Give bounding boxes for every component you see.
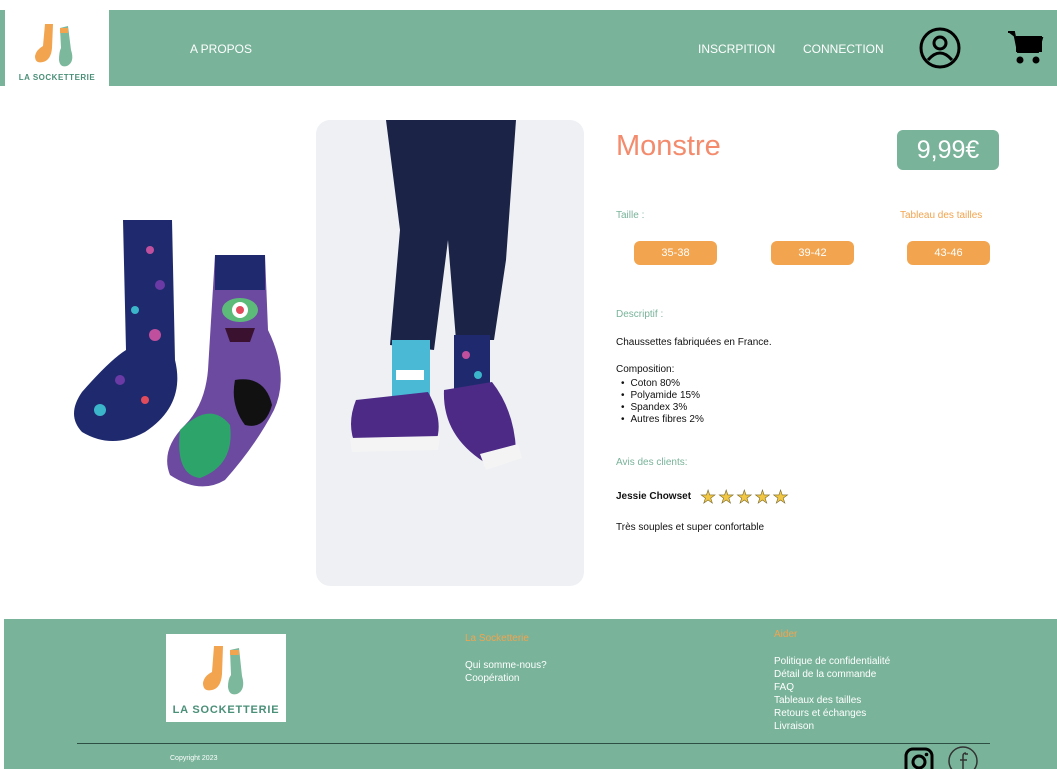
size-button-35-38[interactable]: 35-38 <box>634 241 717 265</box>
size-label: Taille : <box>616 210 645 221</box>
cart-button[interactable] <box>1006 28 1046 68</box>
footer-link[interactable]: Détail de la commande <box>774 668 890 681</box>
composition-item: Coton 80% <box>621 378 704 390</box>
product-photo <box>316 120 584 586</box>
legs-sneakers-illustration <box>350 120 522 470</box>
composition-list: Coton 80% Polyamide 15% Spandex 3% Autre… <box>621 378 704 426</box>
size-button-39-42[interactable]: 39-42 <box>771 241 854 265</box>
review-text: Très souples et super confortable <box>616 522 765 533</box>
site-logo[interactable]: LA SOCKETTERIE <box>5 10 109 86</box>
composition-item: Spandex 3% <box>621 402 704 414</box>
copyright: Copyright 2023 <box>170 755 218 762</box>
footer-logo-text: LA SOCKETTERIE <box>172 704 280 716</box>
footer-link[interactable]: Livraison <box>774 720 890 733</box>
product-title: Monstre <box>616 130 721 162</box>
nav-login[interactable]: CONNECTION <box>803 42 884 56</box>
account-button[interactable] <box>918 26 962 70</box>
nav-signup[interactable]: INSCRPITION <box>698 42 775 56</box>
logo-text: LA SOCKETTERIE <box>18 73 96 82</box>
top-nav-bar <box>0 10 1057 86</box>
description-text: Chaussettes fabriquées en France. <box>616 337 772 348</box>
user-circle-icon <box>919 27 961 69</box>
footer-col2-title: Aider <box>774 629 798 640</box>
facebook-icon <box>948 746 978 769</box>
footer-link[interactable]: Coopération <box>465 672 547 685</box>
size-chart-link[interactable]: Tableau des tailles <box>900 210 982 221</box>
footer-link[interactable]: FAQ <box>774 681 890 694</box>
footer <box>4 619 1057 769</box>
composition-item: Polyamide 15% <box>621 390 704 402</box>
size-button-43-46[interactable]: 43-46 <box>907 241 990 265</box>
socks-illustration <box>74 220 281 487</box>
review-author: Jessie Chowset <box>616 491 692 502</box>
footer-link[interactable]: Retours et échanges <box>774 707 890 720</box>
composition-item: Autres fibres 2% <box>621 414 704 426</box>
product-image-socks <box>60 210 290 500</box>
nav-about[interactable]: A PROPOS <box>190 42 252 56</box>
footer-col1-title: La Socketterie <box>465 633 529 644</box>
footer-col1-links: Qui somme-nous? Coopération <box>465 659 547 685</box>
composition-label: Composition: <box>616 364 675 375</box>
footer-divider <box>77 743 990 744</box>
footer-col2-links: Politique de confidentialité Détail de l… <box>774 655 890 733</box>
footer-link[interactable]: Tableaux des tailles <box>774 694 890 707</box>
cart-icon <box>1008 31 1044 64</box>
facebook-link[interactable] <box>946 744 980 769</box>
footer-link[interactable]: Qui somme-nous? <box>465 659 547 672</box>
footer-link[interactable]: Politique de confidentialité <box>774 655 890 668</box>
star-rating: ★★★★★ <box>700 487 791 508</box>
description-label: Descriptif : <box>616 309 664 320</box>
instagram-icon <box>904 747 934 769</box>
footer-logo[interactable]: LA SOCKETTERIE <box>166 634 286 722</box>
price-badge: 9,99€ <box>897 130 999 170</box>
instagram-link[interactable] <box>903 746 935 769</box>
reviews-label: Avis des clients: <box>616 457 688 468</box>
